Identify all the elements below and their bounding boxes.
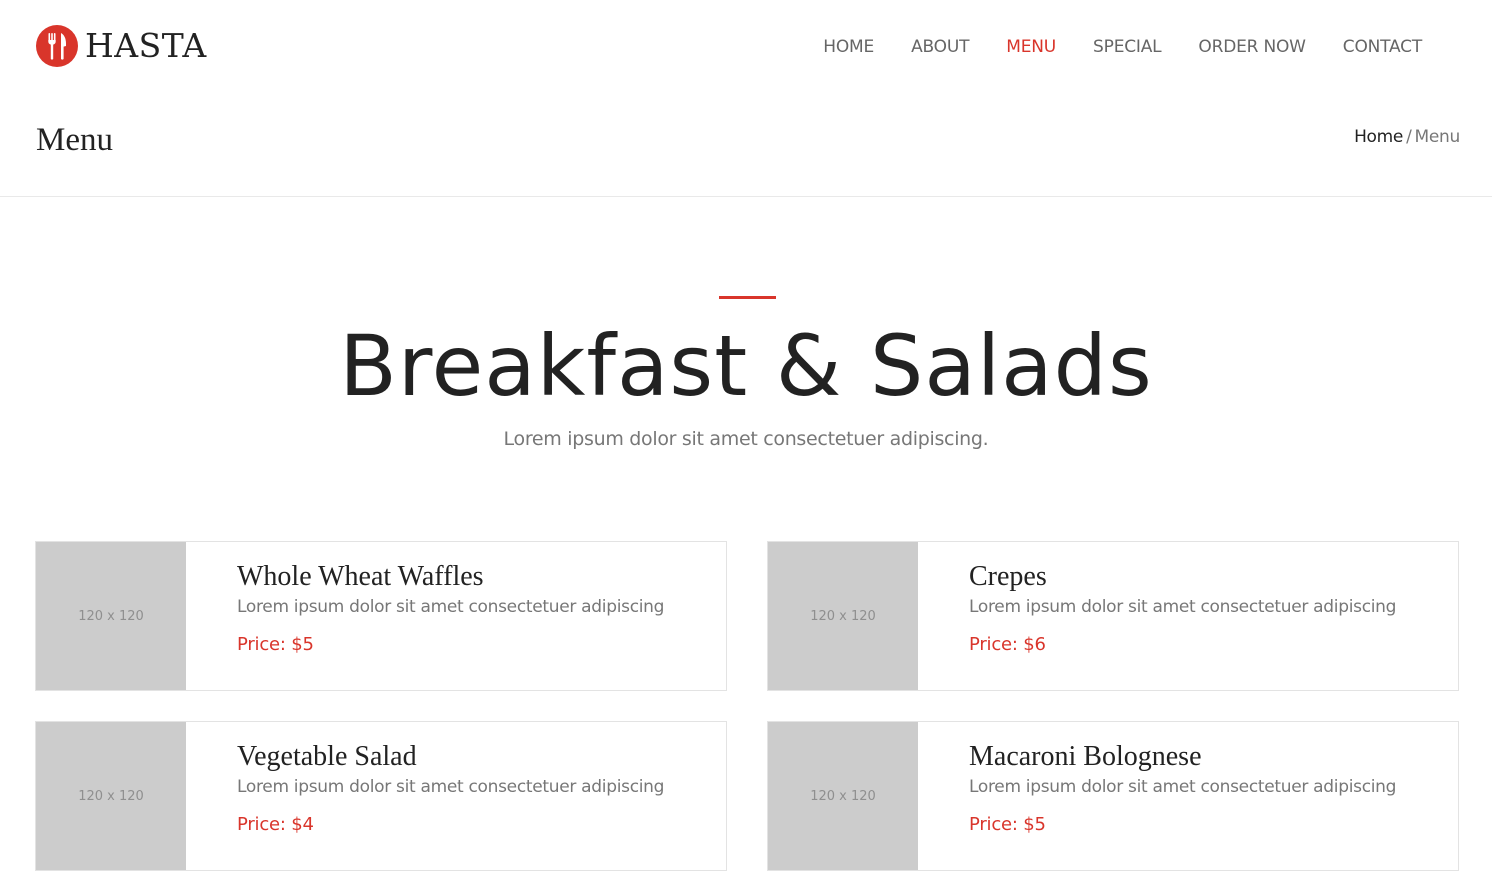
main-nav: HOME ABOUT MENU SPECIAL ORDER NOW CONTAC… [786,35,1422,59]
breadcrumb-home-link[interactable]: Home [1354,127,1403,147]
menu-item-image-placeholder: 120 x 120 [768,722,918,870]
section-title: Breakfast & Salads [339,317,1153,415]
nav-item-contact[interactable]: CONTACT [1343,35,1422,59]
menu-item-image-placeholder: 120 x 120 [36,722,186,870]
menu-item-price: Price: $5 [237,634,314,655]
breadcrumb: Home / Menu [1354,127,1460,147]
nav-item-home[interactable]: HOME [823,35,874,59]
menu-item-body: Crepes Lorem ipsum dolor sit amet consec… [969,560,1439,657]
brand-name: HASTA [85,26,207,65]
breadcrumb-current: Menu [1414,127,1461,147]
menu-item-price: Price: $5 [969,814,1046,835]
nav-item-order-now[interactable]: ORDER NOW [1198,35,1306,59]
site-header: HASTA HOME ABOUT MENU SPECIAL ORDER NOW … [0,0,1492,92]
section-divider [719,296,776,299]
menu-item-name: Vegetable Salad [237,741,417,772]
menu-item-price: Price: $6 [969,634,1046,655]
menu-item-card[interactable]: 120 x 120 Whole Wheat Waffles Lorem ipsu… [35,541,727,691]
menu-item-card[interactable]: 120 x 120 Crepes Lorem ipsum dolor sit a… [767,541,1459,691]
menu-item-image-placeholder: 120 x 120 [768,542,918,690]
brand-logo-link[interactable]: HASTA [36,25,207,67]
nav-item-special[interactable]: SPECIAL [1093,35,1162,59]
menu-item-price: Price: $4 [237,814,314,835]
menu-item-description: Lorem ipsum dolor sit amet consectetuer … [237,777,665,797]
menu-item-description: Lorem ipsum dolor sit amet consectetuer … [969,777,1397,797]
menu-item-body: Whole Wheat Waffles Lorem ipsum dolor si… [237,560,707,657]
menu-item-card[interactable]: 120 x 120 Macaroni Bolognese Lorem ipsum… [767,721,1459,871]
fork-knife-icon [36,25,78,67]
page-title-bar: Menu Home / Menu [0,92,1492,197]
nav-item-about[interactable]: ABOUT [911,35,969,59]
menu-item-name: Crepes [969,561,1047,592]
menu-item-card[interactable]: 120 x 120 Vegetable Salad Lorem ipsum do… [35,721,727,871]
menu-item-body: Macaroni Bolognese Lorem ipsum dolor sit… [969,740,1439,837]
menu-item-name: Macaroni Bolognese [969,741,1202,772]
menu-item-image-placeholder: 120 x 120 [36,542,186,690]
menu-item-description: Lorem ipsum dolor sit amet consectetuer … [237,597,665,617]
page-title: Menu [36,122,113,158]
breadcrumb-separator: / [1406,127,1412,147]
nav-item-menu[interactable]: MENU [1006,35,1056,59]
menu-item-body: Vegetable Salad Lorem ipsum dolor sit am… [237,740,707,837]
menu-item-name: Whole Wheat Waffles [237,561,484,592]
menu-item-description: Lorem ipsum dolor sit amet consectetuer … [969,597,1397,617]
section-subtitle: Lorem ipsum dolor sit amet consectetuer … [503,428,989,450]
